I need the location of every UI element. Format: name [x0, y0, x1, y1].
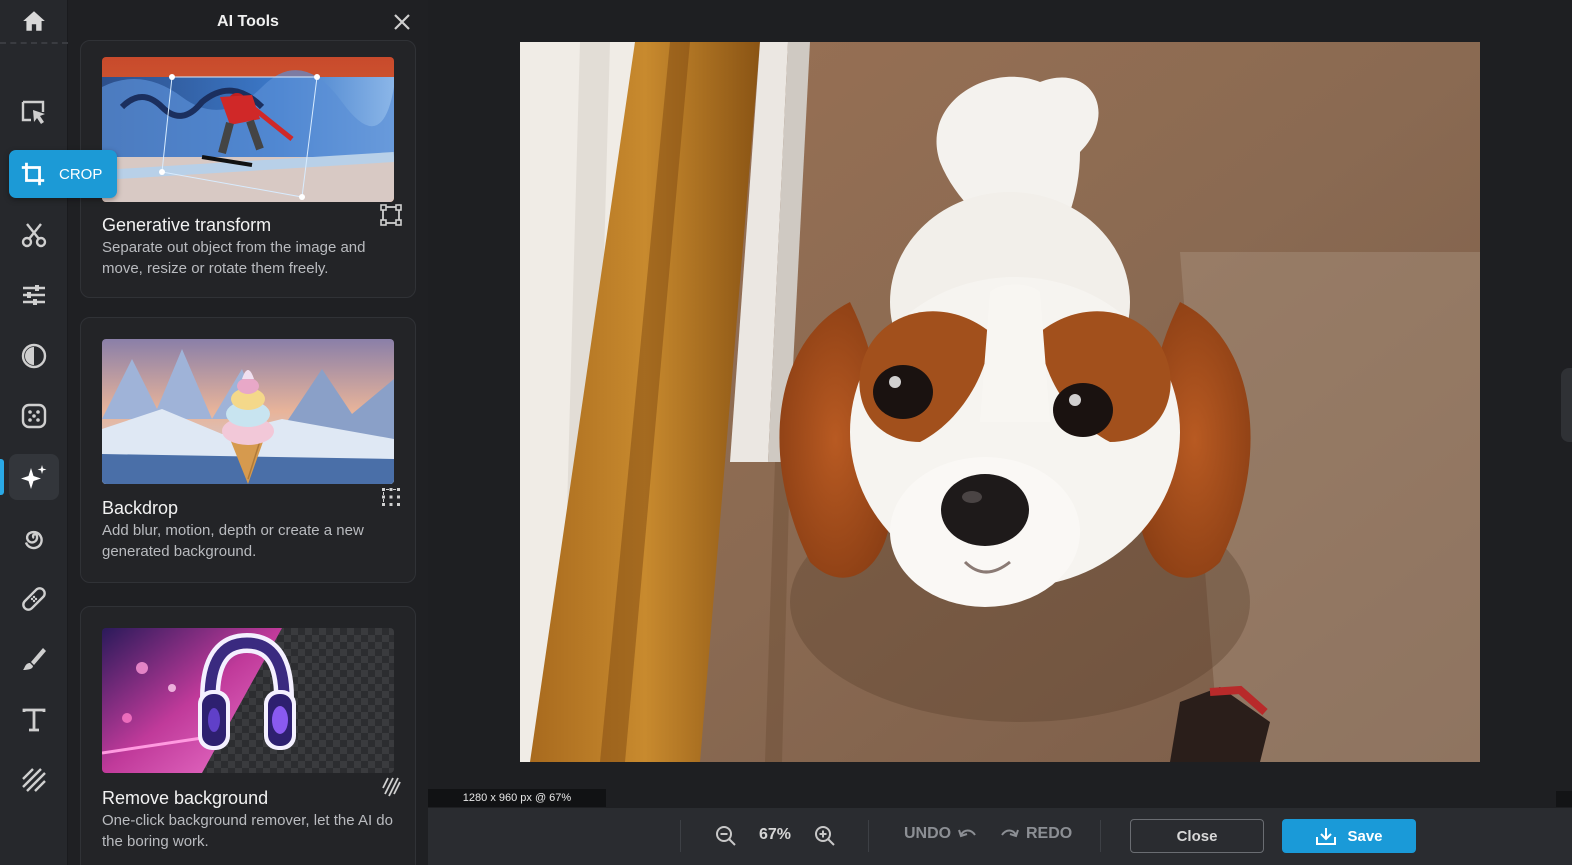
- heal-tool-button[interactable]: [9, 576, 59, 622]
- backdrop-thumbnail: [102, 339, 394, 484]
- home-button[interactable]: [0, 0, 68, 44]
- separator: [1100, 820, 1101, 852]
- spiral-icon: [24, 530, 43, 550]
- generative-transform-thumbnail: [102, 57, 394, 202]
- select-icon: [21, 100, 45, 124]
- zoom-in-icon[interactable]: [813, 824, 837, 848]
- crop-icon: [21, 162, 45, 186]
- remove-background-thumbnail: [102, 628, 394, 773]
- panel-title: AI Tools: [217, 13, 279, 30]
- image-dimensions: 1280 x 960 px @ 67%: [428, 789, 606, 807]
- spiral-tool-button[interactable]: [9, 515, 59, 561]
- redo-button[interactable]: REDO: [1000, 825, 1072, 843]
- filter-tool-button[interactable]: [9, 393, 59, 439]
- brush-tool-button[interactable]: [9, 636, 59, 682]
- backdrop-icon: [382, 488, 400, 506]
- cut-icon: [21, 223, 47, 248]
- save-label: Save: [1347, 827, 1383, 845]
- save-button[interactable]: Save: [1282, 819, 1416, 853]
- download-icon: [1316, 828, 1337, 845]
- separator: [680, 820, 681, 852]
- undo-button[interactable]: UNDO: [904, 825, 977, 843]
- card-title: Remove background: [102, 788, 269, 808]
- close-button[interactable]: Close: [1130, 819, 1264, 853]
- separator: [868, 820, 869, 852]
- texture-icon: [22, 768, 46, 792]
- contrast-icon: [21, 343, 47, 369]
- undo-icon: [958, 829, 976, 838]
- card-remove-background[interactable]: Remove background One-click background r…: [80, 606, 416, 865]
- panel-collapse-handle[interactable]: [1561, 368, 1572, 442]
- ai-sparkle-icon: [21, 465, 47, 489]
- corner-tab: [1556, 791, 1572, 807]
- adjust-icon: [23, 285, 45, 305]
- texture-tool-button[interactable]: [9, 757, 59, 803]
- bottom-toolbar: 67% UNDO REDO Close Save: [428, 808, 1572, 865]
- cut-tool-button[interactable]: [9, 212, 59, 258]
- heal-icon: [22, 587, 46, 611]
- undo-label: UNDO: [904, 825, 952, 842]
- active-indicator: [0, 459, 4, 495]
- card-generative-transform[interactable]: Generative transform Separate out object…: [80, 40, 416, 298]
- adjust-tool-button[interactable]: [9, 272, 59, 318]
- select-tool-button[interactable]: [9, 90, 59, 136]
- card-description: One-click background remover, let the AI…: [102, 812, 393, 850]
- card-title: Backdrop: [102, 498, 179, 518]
- filter-icon: [21, 403, 47, 429]
- remove-bg-icon: [382, 777, 401, 797]
- ai-tools-button[interactable]: [9, 454, 59, 500]
- redo-icon: [1001, 829, 1019, 838]
- crop-label: CROP: [59, 165, 103, 183]
- tool-rail: CROP: [0, 0, 117, 865]
- card-description: Separate out object from the image and m…: [102, 239, 366, 277]
- redo-label: REDO: [1026, 825, 1073, 842]
- text-icon: [22, 708, 46, 732]
- home-icon: [23, 11, 45, 31]
- card-description: Add blur, motion, depth or create a new …: [102, 522, 364, 560]
- card-title: Generative transform: [102, 215, 272, 235]
- zoom-level: 67%: [758, 826, 792, 843]
- text-tool-button[interactable]: [9, 697, 59, 743]
- edited-image[interactable]: [520, 42, 1480, 762]
- crop-tool-button[interactable]: CROP: [9, 150, 117, 198]
- card-backdrop[interactable]: Backdrop Add blur, motion, depth or crea…: [80, 317, 416, 583]
- close-icon[interactable]: [392, 12, 412, 32]
- transform-icon: [380, 204, 402, 226]
- contrast-tool-button[interactable]: [9, 333, 59, 379]
- brush-icon: [23, 648, 46, 670]
- ai-tools-panel: AI Tools Generative transform Separate o…: [68, 0, 428, 865]
- zoom-out-icon[interactable]: [714, 824, 738, 848]
